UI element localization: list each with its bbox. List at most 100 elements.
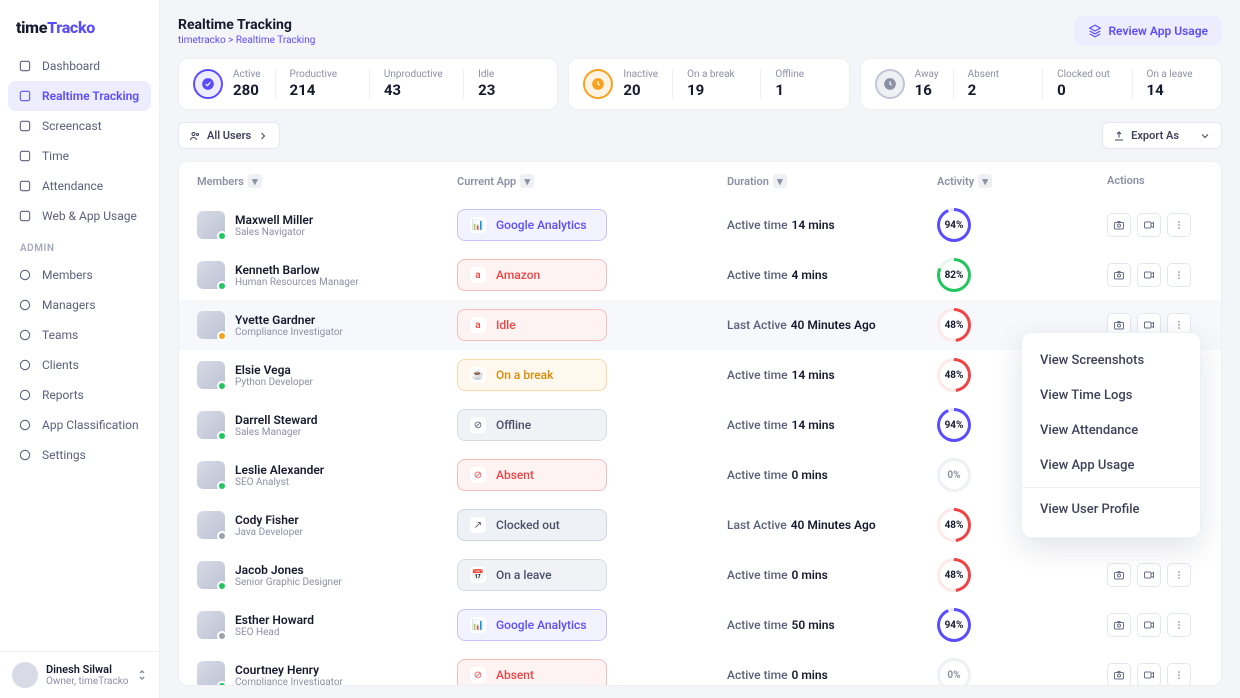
col-members[interactable]: Members [197,175,244,188]
more-button[interactable] [1167,613,1191,637]
camera-icon [1113,219,1125,231]
sort-app[interactable]: ▾ [520,174,534,188]
screenshot-button[interactable] [1107,613,1131,637]
nav-label: Attendance [42,179,103,193]
dropdown-item-view-user-profile[interactable]: View User Profile [1022,492,1200,527]
app-name: Google Analytics [496,618,587,632]
all-users-label: All Users [207,129,251,142]
duration-value: 50 mins [792,618,835,632]
upload-icon [1113,130,1125,142]
video-icon [1143,219,1155,231]
col-actions: Actions [1107,174,1145,187]
app-icon: 📅 [470,567,486,583]
screenshot-button[interactable] [1107,263,1131,287]
more-button[interactable] [1167,663,1191,686]
status-dot [217,281,227,291]
camera-icon [1113,569,1125,581]
duration-label: Active time [727,568,788,582]
member-name: Cody Fisher [235,513,303,527]
nav-item-teams[interactable]: Teams [8,320,151,350]
sort-activity[interactable]: ▾ [978,174,992,188]
more-button[interactable] [1167,213,1191,237]
screencast-button[interactable] [1137,563,1161,587]
app-pill: 📊 Google Analytics [457,209,607,241]
dropdown-separator [1022,487,1200,488]
more-vert-icon [1173,269,1185,281]
activity-ring: 48% [937,558,971,592]
sort-duration[interactable]: ▾ [773,174,787,188]
member-role: Sales Manager [235,427,318,438]
chevron-right-icon [257,130,269,142]
duration-value: 14 mins [792,218,835,232]
activity-value: 48% [945,570,964,581]
more-vert-icon [1173,319,1185,331]
screencast-button[interactable] [1137,213,1161,237]
nav-item-members[interactable]: Members [8,260,151,290]
nav-item-screencast[interactable]: Screencast [8,111,151,141]
user-name: Dinesh Silwal [46,663,129,676]
nav-item-web-app-usage[interactable]: Web & App Usage [8,201,151,231]
more-button[interactable] [1167,263,1191,287]
nav-item-clients[interactable]: Clients [8,350,151,380]
stat-card-inactive: Inactive20On a break19Offline1 [568,58,849,110]
sort-members[interactable]: ▾ [248,174,262,188]
col-duration[interactable]: Duration [727,175,769,188]
duration-label: Active time [727,218,788,232]
logo: timeTracko [0,0,159,51]
nav-icon [18,298,32,312]
nav-icon [18,328,32,342]
app-name: Offline [496,418,531,432]
screencast-button[interactable] [1137,613,1161,637]
table-row[interactable]: Jacob Jones Senior Graphic Designer 📅 On… [179,550,1221,600]
member-role: Java Developer [235,527,303,538]
col-activity[interactable]: Activity [937,175,974,188]
dropdown-item-view-time-logs[interactable]: View Time Logs [1022,378,1200,413]
app-icon: ⊘ [470,417,486,433]
screencast-button[interactable] [1137,663,1161,686]
duration-label: Active time [727,268,788,282]
member-avatar [197,211,225,239]
camera-icon [1113,669,1125,681]
table-row[interactable]: Courtney Henry Compliance Investigator ⊘… [179,650,1221,686]
status-dot [217,681,227,686]
app-name: On a leave [496,568,552,582]
more-button[interactable] [1167,563,1191,587]
table-row[interactable]: Maxwell Miller Sales Navigator 📊 Google … [179,200,1221,250]
screenshot-button[interactable] [1107,663,1131,686]
nav-item-time[interactable]: Time [8,141,151,171]
stat-productive: Productive214 [275,69,369,99]
all-users-filter[interactable]: All Users [178,122,280,149]
user-footer[interactable]: Dinesh Silwal Owner, timeTracko [0,651,159,698]
screencast-button[interactable] [1137,263,1161,287]
video-icon [1143,319,1155,331]
breadcrumb[interactable]: timetracko > Realtime Tracking [178,35,315,46]
table-row[interactable]: Esther Howard SEO Head 📊 Google Analytic… [179,600,1221,650]
table-row[interactable]: Kenneth Barlow Human Resources Manager a… [179,250,1221,300]
stat-value: 1 [775,81,834,99]
nav-item-reports[interactable]: Reports [8,380,151,410]
col-app[interactable]: Current App [457,175,516,188]
dropdown-item-view-app-usage[interactable]: View App Usage [1022,448,1200,483]
nav-icon [18,179,32,193]
export-button[interactable]: Export As [1102,122,1222,149]
nav-item-realtime-tracking[interactable]: Realtime Tracking [8,81,151,111]
status-dot [217,481,227,491]
screenshot-button[interactable] [1107,563,1131,587]
duration-label: Active time [727,468,788,482]
app-icon: a [470,267,486,283]
nav-item-managers[interactable]: Managers [8,290,151,320]
stat-label: On a leave [1147,69,1207,80]
dropdown-item-view-screenshots[interactable]: View Screenshots [1022,343,1200,378]
chevron-updown-icon[interactable] [137,668,147,682]
member-role: Sales Navigator [235,227,313,238]
nav-item-app-classification[interactable]: App Classification [8,410,151,440]
app-name: Google Analytics [496,218,587,232]
activity-ring: 48% [937,308,971,342]
dropdown-item-view-attendance[interactable]: View Attendance [1022,413,1200,448]
nav-item-settings[interactable]: Settings [8,440,151,470]
review-app-usage-button[interactable]: Review App Usage [1074,16,1222,46]
nav-item-dashboard[interactable]: Dashboard [8,51,151,81]
nav-item-attendance[interactable]: Attendance [8,171,151,201]
screenshot-button[interactable] [1107,213,1131,237]
duration-label: Active time [727,618,788,632]
